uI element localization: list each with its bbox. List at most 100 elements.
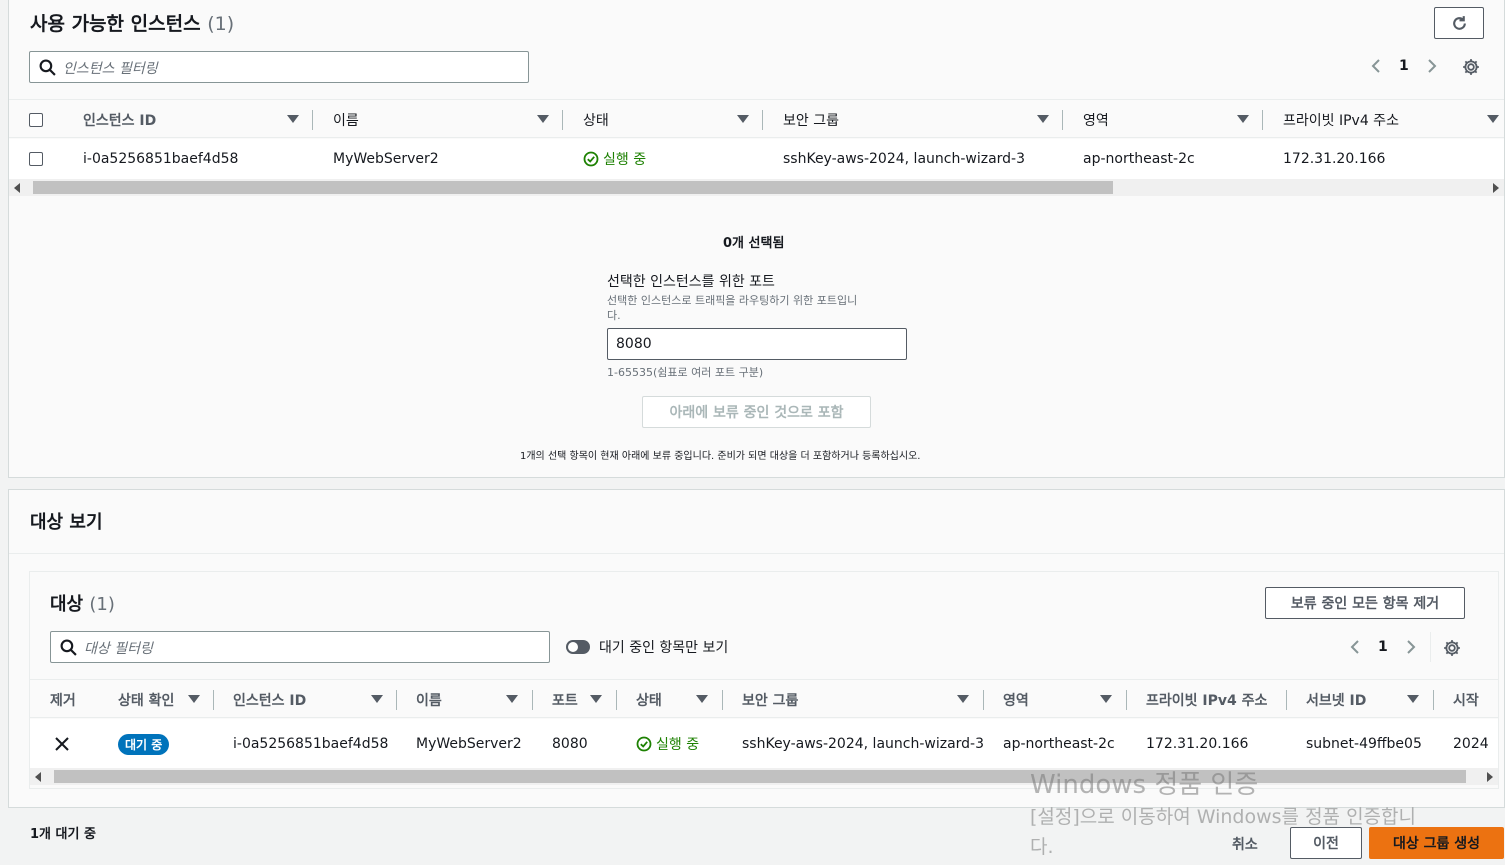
sort-icon[interactable] [371, 695, 383, 703]
column-divider[interactable] [396, 690, 397, 710]
close-icon[interactable] [55, 737, 69, 751]
sort-icon[interactable] [696, 695, 708, 703]
create-target-group-button[interactable]: 대상 그룹 생성 [1369, 827, 1504, 859]
sort-icon[interactable] [1037, 115, 1049, 123]
port-input[interactable]: 8080 [607, 328, 907, 360]
available-count: (1) [207, 13, 235, 35]
available-pagination: 1 [1369, 58, 1439, 74]
target-filter-input[interactable]: 대상 필터링 [50, 631, 550, 663]
column-divider[interactable] [722, 690, 723, 710]
col-instance-id[interactable]: 인스턴스 ID [83, 100, 156, 139]
review-targets-panel: 대상 보기 대상 (1) 보류 중인 모든 항목 제거 대상 필터링 대기 중인… [8, 489, 1505, 808]
settings-gear-icon[interactable] [1462, 58, 1480, 76]
sort-icon[interactable] [737, 115, 749, 123]
horizontal-scrollbar[interactable] [30, 768, 1498, 785]
include-pending-button[interactable]: 아래에 보류 중인 것으로 포함 [642, 396, 871, 428]
col-state[interactable]: 상태 [583, 100, 609, 139]
refresh-button[interactable] [1434, 7, 1484, 39]
col-state[interactable]: 상태 [636, 680, 662, 719]
column-divider[interactable] [312, 110, 313, 130]
col-security-group[interactable]: 보안 그룹 [783, 100, 839, 139]
col-instance-id[interactable]: 인스턴스 ID [233, 680, 306, 719]
settings-gear-icon[interactable] [1443, 639, 1461, 657]
port-hint: 1-65535(쉼표로 여러 포트 구분) [607, 366, 764, 379]
sort-icon[interactable] [957, 695, 969, 703]
row-port: 8080 [552, 736, 588, 752]
col-private-ip[interactable]: 프라이빗 IPv4 주소 [1146, 680, 1267, 719]
row-launch: 2024 [1453, 736, 1489, 752]
row-name: MyWebServer2 [333, 151, 439, 167]
remove-all-pending-button[interactable]: 보류 중인 모든 항목 제거 [1265, 587, 1465, 619]
available-title-text: 사용 가능한 인스턴스 [30, 13, 201, 35]
col-name[interactable]: 이름 [333, 100, 359, 139]
row-security-group: sshKey-aws-2024, launch-wizard-3 [783, 151, 1026, 167]
row-state: 실행 중 [636, 719, 699, 769]
column-divider[interactable] [616, 690, 617, 710]
col-remove: 제거 [50, 692, 76, 709]
column-divider[interactable] [1062, 110, 1063, 130]
sort-icon[interactable] [1237, 115, 1249, 123]
col-health[interactable]: 상태 확인 [118, 680, 174, 719]
scroll-right-arrow[interactable] [1493, 183, 1499, 193]
chevron-left-icon[interactable] [1369, 58, 1385, 74]
selected-count: 0개 선택됨 [723, 236, 785, 251]
review-title: 대상 보기 [30, 512, 103, 533]
row-checkbox[interactable] [29, 152, 43, 166]
divider [1430, 632, 1431, 662]
sort-icon[interactable] [1487, 115, 1499, 123]
row-private-ip: 172.31.20.166 [1283, 151, 1386, 167]
col-name[interactable]: 이름 [416, 680, 442, 719]
port-label: 선택한 인스턴스를 위한 포트 [607, 274, 775, 290]
column-divider[interactable] [1126, 690, 1127, 710]
col-zone[interactable]: 영역 [1003, 680, 1029, 719]
column-divider[interactable] [1262, 110, 1263, 130]
scroll-left-arrow[interactable] [14, 183, 20, 193]
scrollbar-thumb[interactable] [33, 181, 1113, 194]
sort-icon[interactable] [188, 695, 200, 703]
row-state-text: 실행 중 [656, 737, 700, 753]
col-launch[interactable]: 시작 [1453, 680, 1479, 719]
column-divider[interactable] [762, 110, 763, 130]
scroll-left-arrow[interactable] [35, 772, 41, 782]
pending-only-toggle[interactable] [566, 640, 590, 654]
col-zone[interactable]: 영역 [1083, 100, 1109, 139]
instance-filter-input[interactable]: 인스턴스 필터링 [29, 51, 529, 83]
chevron-right-icon[interactable] [1423, 58, 1439, 74]
row-name: MyWebServer2 [416, 736, 522, 752]
available-page-number[interactable]: 1 [1399, 58, 1409, 74]
sort-icon[interactable] [590, 695, 602, 703]
target-filter-placeholder: 대상 필터링 [84, 641, 153, 657]
column-divider[interactable] [1286, 690, 1287, 710]
row-instance-id: i-0a5256851baef4d58 [233, 736, 389, 752]
horizontal-scrollbar[interactable] [9, 179, 1504, 196]
column-divider[interactable] [562, 110, 563, 130]
row-private-ip: 172.31.20.166 [1146, 736, 1249, 752]
sort-icon[interactable] [537, 115, 549, 123]
column-divider[interactable] [983, 690, 984, 710]
sort-icon[interactable] [506, 695, 518, 703]
chevron-left-icon[interactable] [1348, 639, 1364, 655]
col-security-group[interactable]: 보안 그룹 [742, 680, 798, 719]
col-port[interactable]: 포트 [552, 680, 578, 719]
column-divider[interactable] [532, 690, 533, 710]
targets-page-number[interactable]: 1 [1378, 639, 1388, 655]
column-divider[interactable] [1433, 690, 1434, 710]
scroll-right-arrow[interactable] [1487, 772, 1493, 782]
column-divider[interactable] [213, 690, 214, 710]
col-subnet-id[interactable]: 서브넷 ID [1306, 680, 1366, 719]
cancel-button[interactable]: 취소 [1232, 834, 1258, 854]
sort-icon[interactable] [287, 115, 299, 123]
col-private-ip[interactable]: 프라이빗 IPv4 주소 [1283, 100, 1399, 139]
table-row[interactable]: 대기 중 i-0a5256851baef4d58 MyWebServer2 80… [30, 719, 1498, 769]
sort-icon[interactable] [1100, 695, 1112, 703]
row-zone: ap-northeast-2c [1083, 151, 1195, 167]
table-row[interactable]: i-0a5256851baef4d58 MyWebServer2 실행 중 ss… [9, 139, 1504, 179]
chevron-right-icon[interactable] [1402, 639, 1418, 655]
select-all-checkbox[interactable] [29, 113, 43, 127]
search-icon [39, 59, 56, 76]
port-description: 선택한 인스턴스로 트래픽을 라우팅하기 위한 포트입니 [607, 294, 858, 307]
sort-icon[interactable] [1407, 695, 1419, 703]
activation-watermark-text-cont: 다. [1030, 836, 1054, 858]
targets-title: 대상 (1) [50, 590, 115, 616]
previous-button[interactable]: 이전 [1290, 827, 1362, 859]
